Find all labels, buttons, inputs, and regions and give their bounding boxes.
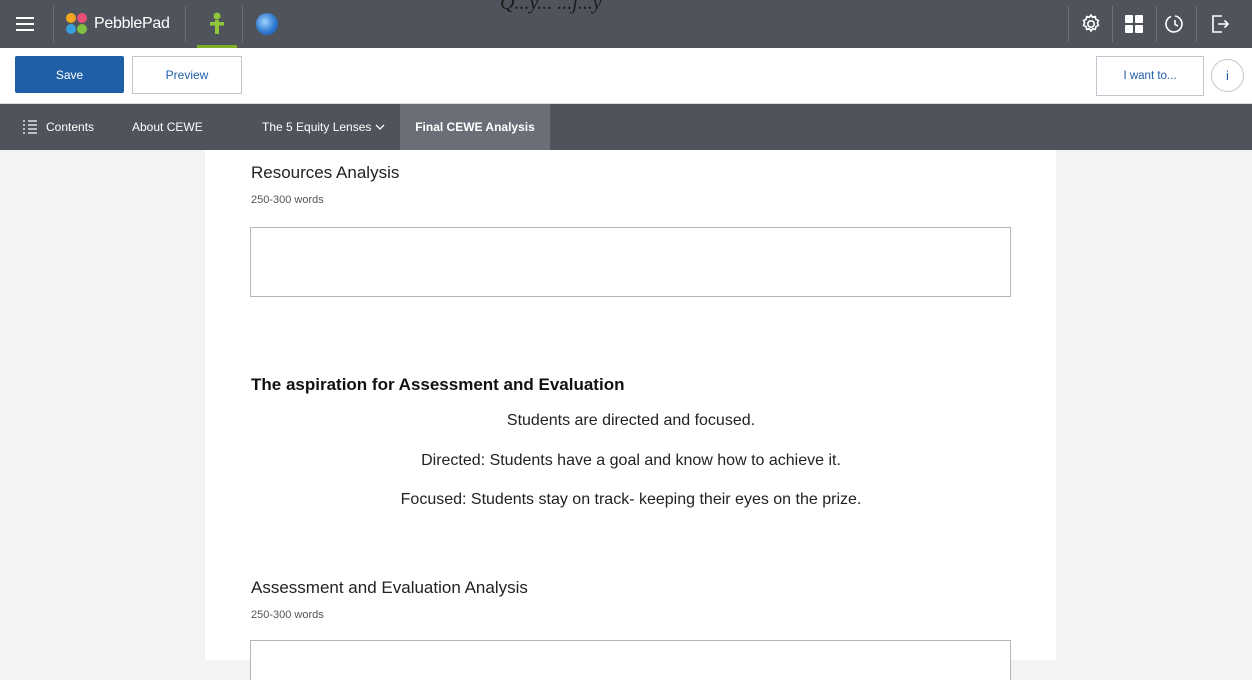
info-button[interactable]: i xyxy=(1211,59,1244,92)
contents-list-icon xyxy=(23,120,37,134)
globe-icon[interactable] xyxy=(256,13,278,35)
resources-analysis-title: Resources Analysis xyxy=(251,163,400,182)
divider xyxy=(53,6,54,42)
logout-icon[interactable] xyxy=(1208,12,1232,36)
window-title-fragment: Q...y... ...j...y xyxy=(500,0,602,14)
nav-final-cewe-analysis[interactable]: Final CEWE Analysis xyxy=(400,104,550,150)
divider xyxy=(242,6,243,42)
hamburger-menu-icon[interactable] xyxy=(14,12,38,36)
person-icon xyxy=(210,12,224,34)
divider xyxy=(1112,6,1113,42)
assessment-word-hint: 250-300 words xyxy=(251,609,324,621)
resources-word-hint: 250-300 words xyxy=(251,194,324,206)
gear-icon[interactable] xyxy=(1079,12,1103,36)
nav-equity-lenses-label: The 5 Equity Lenses xyxy=(262,120,372,134)
divider xyxy=(1068,6,1069,42)
i-want-to-button[interactable]: I want to... xyxy=(1096,56,1204,96)
divider xyxy=(185,6,186,42)
divider xyxy=(1156,6,1157,42)
right-gutter xyxy=(1056,150,1252,660)
pebblepad-logo-icon xyxy=(66,13,88,35)
nav-equity-lenses[interactable]: The 5 Equity Lenses xyxy=(262,104,385,150)
nav-contents-label: Contents xyxy=(46,120,95,134)
nav-about-cewe[interactable]: About CEWE xyxy=(132,104,203,150)
nav-contents[interactable]: Contents xyxy=(22,104,94,150)
page-navigation: Contents About CEWE The 5 Equity Lenses … xyxy=(0,104,1252,150)
chevron-down-icon xyxy=(375,124,385,130)
page-content: Resources Analysis 250-300 words The asp… xyxy=(205,150,1056,680)
editor-toolbar: Save Preview I want to... i xyxy=(0,48,1252,104)
aspiration-heading: The aspiration for Assessment and Evalua… xyxy=(251,375,625,394)
history-icon[interactable] xyxy=(1163,12,1187,36)
brand-name: PebblePad xyxy=(94,15,170,32)
preview-button[interactable]: Preview xyxy=(132,56,242,94)
aspiration-line: Students are directed and focused. xyxy=(506,412,756,429)
pebblepad-home-link[interactable]: PebblePad xyxy=(66,12,170,36)
person-tab[interactable] xyxy=(197,6,237,48)
aspiration-line: Focused: Students stay on track- keeping… xyxy=(400,491,862,508)
save-button[interactable]: Save xyxy=(15,56,124,93)
grid-icon[interactable] xyxy=(1122,12,1146,36)
aspiration-line: Directed: Students have a goal and know … xyxy=(421,452,841,469)
app-top-bar: Q...y... ...j...y PebblePad xyxy=(0,0,1252,48)
divider xyxy=(1196,6,1197,42)
assessment-analysis-input[interactable] xyxy=(250,640,1011,680)
left-gutter xyxy=(0,150,205,660)
resources-analysis-input[interactable] xyxy=(250,227,1011,297)
assessment-analysis-title: Assessment and Evaluation Analysis xyxy=(251,578,528,597)
